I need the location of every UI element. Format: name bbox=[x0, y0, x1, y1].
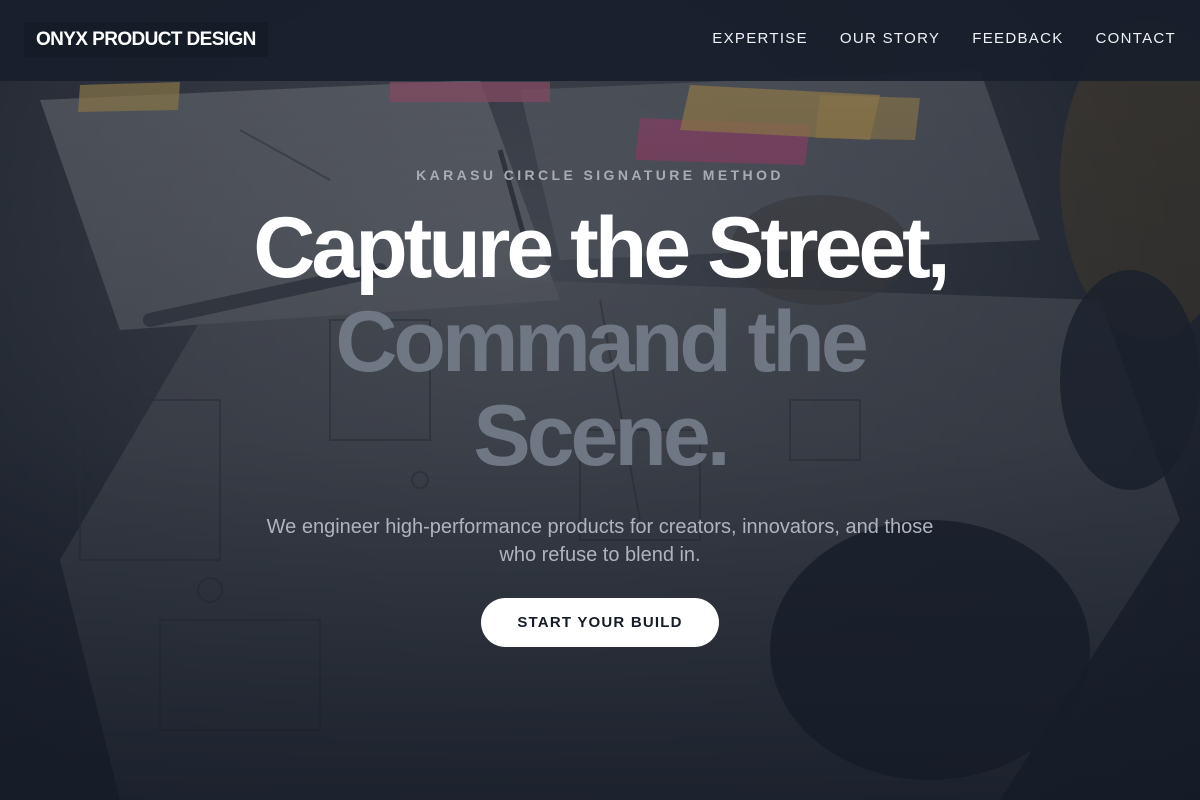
nav-link-our-story[interactable]: OUR STORY bbox=[840, 30, 940, 47]
hero-headline: Capture the Street, Command the Scene. bbox=[0, 201, 1200, 483]
hero-subtitle: We engineer high-performance products fo… bbox=[266, 516, 934, 566]
headline-line-3: Scene. bbox=[473, 388, 730, 484]
start-build-button[interactable]: START YOUR BUILD bbox=[481, 598, 719, 647]
headline-line-2: Command the bbox=[335, 294, 868, 390]
brand-logo[interactable]: ONYX PRODUCT DESIGN bbox=[24, 22, 268, 57]
nav-link-expertise[interactable]: EXPERTISE bbox=[712, 30, 808, 47]
main-nav: EXPERTISE OUR STORY FEEDBACK CONTACT bbox=[712, 30, 1176, 47]
hero-section: KARASU CIRCLE SIGNATURE METHOD Capture t… bbox=[0, 81, 1200, 800]
nav-link-feedback[interactable]: FEEDBACK bbox=[972, 30, 1063, 47]
headline-line-1: Capture the Street, bbox=[253, 200, 950, 296]
nav-link-contact[interactable]: CONTACT bbox=[1096, 30, 1176, 47]
site-header: ONYX PRODUCT DESIGN EXPERTISE OUR STORY … bbox=[0, 0, 1200, 81]
hero-eyebrow: KARASU CIRCLE SIGNATURE METHOD bbox=[416, 167, 784, 183]
